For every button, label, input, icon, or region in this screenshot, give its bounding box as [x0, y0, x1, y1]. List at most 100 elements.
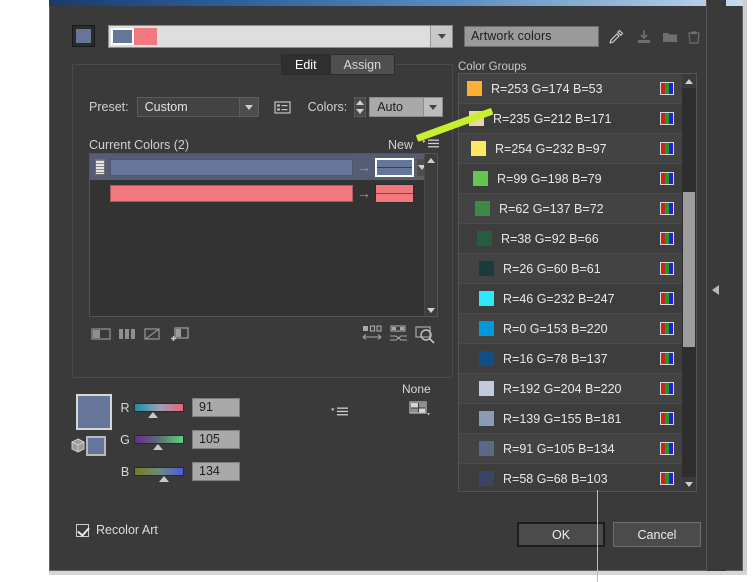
- color-groups-panel: R=253 G=174 B=53 R=235 G=212 B=171 R=254 G…: [458, 73, 697, 492]
- window-shadow-right: [743, 0, 747, 571]
- color-group-row[interactable]: R=62 G=137 B=72: [459, 194, 682, 224]
- rgb-mode-icon: [660, 352, 674, 365]
- active-color-swatch[interactable]: [72, 25, 95, 47]
- color-group-swatch: [471, 141, 486, 156]
- tab-assign[interactable]: Assign: [329, 54, 396, 75]
- scroll-up-icon[interactable]: [682, 74, 696, 88]
- color-group-row[interactable]: R=192 G=204 B=220: [459, 374, 682, 404]
- color-group-row[interactable]: R=0 G=153 B=220: [459, 314, 682, 344]
- current-color-row[interactable]: →: [90, 180, 437, 206]
- color-groups-list[interactable]: R=253 G=174 B=53 R=235 G=212 B=171 R=254 G…: [459, 74, 682, 491]
- color-group-row[interactable]: R=235 G=212 B=171: [459, 104, 682, 134]
- scroll-thumb[interactable]: [683, 192, 695, 347]
- slider-track-r[interactable]: [134, 403, 184, 418]
- panel-collapse-tab[interactable]: [706, 0, 726, 571]
- randomize-order-icon[interactable]: [386, 323, 412, 345]
- rgb-mode-icon: [660, 172, 674, 185]
- save-icon: [634, 27, 654, 47]
- color-group-row[interactable]: R=38 G=92 B=66: [459, 224, 682, 254]
- color-mode-icon[interactable]: [70, 438, 86, 454]
- new-color-swatch[interactable]: [375, 157, 414, 177]
- color-model-menu-icon[interactable]: [331, 404, 348, 422]
- ok-button[interactable]: OK: [517, 522, 605, 547]
- slider-value-b[interactable]: 134: [192, 462, 240, 481]
- color-group-row[interactable]: R=58 G=68 B=103: [459, 464, 682, 491]
- colors-label: Colors:: [307, 100, 348, 114]
- slider-knob-r: [148, 412, 158, 418]
- separate-colors-icon[interactable]: [115, 323, 141, 345]
- recolor-art-checkbox[interactable]: Recolor Art: [76, 523, 158, 537]
- eyedropper-icon[interactable]: [606, 27, 626, 47]
- color-group-row[interactable]: R=139 G=155 B=181: [459, 404, 682, 434]
- none-label: None: [402, 382, 431, 396]
- tab-edit[interactable]: Edit: [281, 54, 331, 75]
- current-colors-scrollbar[interactable]: [424, 154, 437, 316]
- distribute-evenly-icon[interactable]: [360, 323, 386, 345]
- color-preview-large[interactable]: [76, 394, 112, 430]
- scroll-up-icon[interactable]: [425, 154, 437, 166]
- dialog-titlebar[interactable]: [49, 0, 743, 6]
- chevron-up-icon: [356, 100, 365, 105]
- recolor-art-label: Recolor Art: [96, 523, 158, 537]
- color-group-swatch: [479, 381, 494, 396]
- slider-track-b[interactable]: [134, 467, 184, 482]
- scroll-down-icon[interactable]: [682, 477, 696, 491]
- canvas-background: [0, 0, 49, 582]
- cancel-button[interactable]: Cancel: [613, 522, 701, 547]
- color-group-bar-dropdown[interactable]: [430, 26, 452, 47]
- color-group-row[interactable]: R=46 G=232 B=247: [459, 284, 682, 314]
- slider-knob-b: [159, 476, 169, 482]
- chevron-down-icon[interactable]: [238, 98, 258, 116]
- chevron-down-icon[interactable]: [423, 98, 443, 116]
- color-group-swatch: [473, 171, 488, 186]
- color-group-row[interactable]: R=26 G=60 B=61: [459, 254, 682, 284]
- color-group-row[interactable]: R=99 G=198 B=79: [459, 164, 682, 194]
- color-reduction-options-icon[interactable]: [412, 323, 438, 345]
- scroll-down-icon[interactable]: [425, 304, 437, 316]
- current-color-bar[interactable]: [110, 158, 353, 176]
- exclude-color-icon[interactable]: [141, 323, 167, 345]
- rgb-mode-icon: [660, 262, 674, 275]
- color-group-label: R=58 G=68 B=103: [503, 471, 608, 486]
- panel-tabs: Edit Assign: [281, 54, 396, 75]
- new-color-swatch[interactable]: [375, 183, 414, 203]
- link-harmony-colors-icon[interactable]: [89, 323, 115, 345]
- color-list-options-icon[interactable]: [273, 99, 292, 116]
- current-colors-list[interactable]: → →: [89, 153, 438, 317]
- current-color-row[interactable]: →: [90, 154, 437, 180]
- folder-icon: [660, 27, 680, 47]
- color-group-row[interactable]: R=253 G=174 B=53: [459, 74, 682, 104]
- slider-label-r: R: [120, 400, 130, 415]
- color-bar-swatch[interactable]: [111, 28, 134, 45]
- color-group-label: R=235 G=212 B=171: [493, 111, 612, 126]
- slider-value-r[interactable]: 91: [192, 398, 240, 417]
- color-group-swatch: [477, 231, 492, 246]
- slider-track-g[interactable]: [134, 435, 184, 450]
- rgb-mode-icon: [660, 82, 674, 95]
- current-colors-header: Current Colors (2) New: [89, 136, 439, 154]
- current-color-bar[interactable]: [110, 184, 353, 202]
- add-color-icon[interactable]: [167, 323, 193, 345]
- preset-select[interactable]: Custom: [136, 97, 259, 117]
- colors-stepper[interactable]: [354, 97, 367, 117]
- text-cursor-artifact: [597, 490, 598, 582]
- color-group-bar[interactable]: [108, 25, 453, 48]
- color-bar-swatch[interactable]: [134, 28, 157, 45]
- color-group-row[interactable]: R=91 G=105 B=134: [459, 434, 682, 464]
- color-preview-small[interactable]: [86, 436, 106, 456]
- artwork-colors-field[interactable]: Artwork colors: [464, 26, 599, 47]
- slider-knob-g: [153, 444, 163, 450]
- slider-value-g[interactable]: 105: [192, 430, 240, 449]
- checkbox-icon[interactable]: [76, 523, 89, 537]
- arrow-right-icon: →: [357, 185, 371, 201]
- color-group-swatch: [479, 351, 494, 366]
- color-swatch-grid-icon[interactable]: [409, 400, 433, 423]
- preset-row: Preset: Custom Colors: Auto: [89, 97, 444, 117]
- colors-select[interactable]: Auto: [369, 97, 444, 117]
- color-group-bar-swatches: [109, 26, 159, 47]
- color-group-row[interactable]: R=254 G=232 B=97: [459, 134, 682, 164]
- color-groups-scrollbar[interactable]: [682, 74, 696, 491]
- color-group-swatch: [479, 411, 494, 426]
- color-group-row[interactable]: R=16 G=78 B=137: [459, 344, 682, 374]
- drag-handle-icon[interactable]: [95, 159, 105, 175]
